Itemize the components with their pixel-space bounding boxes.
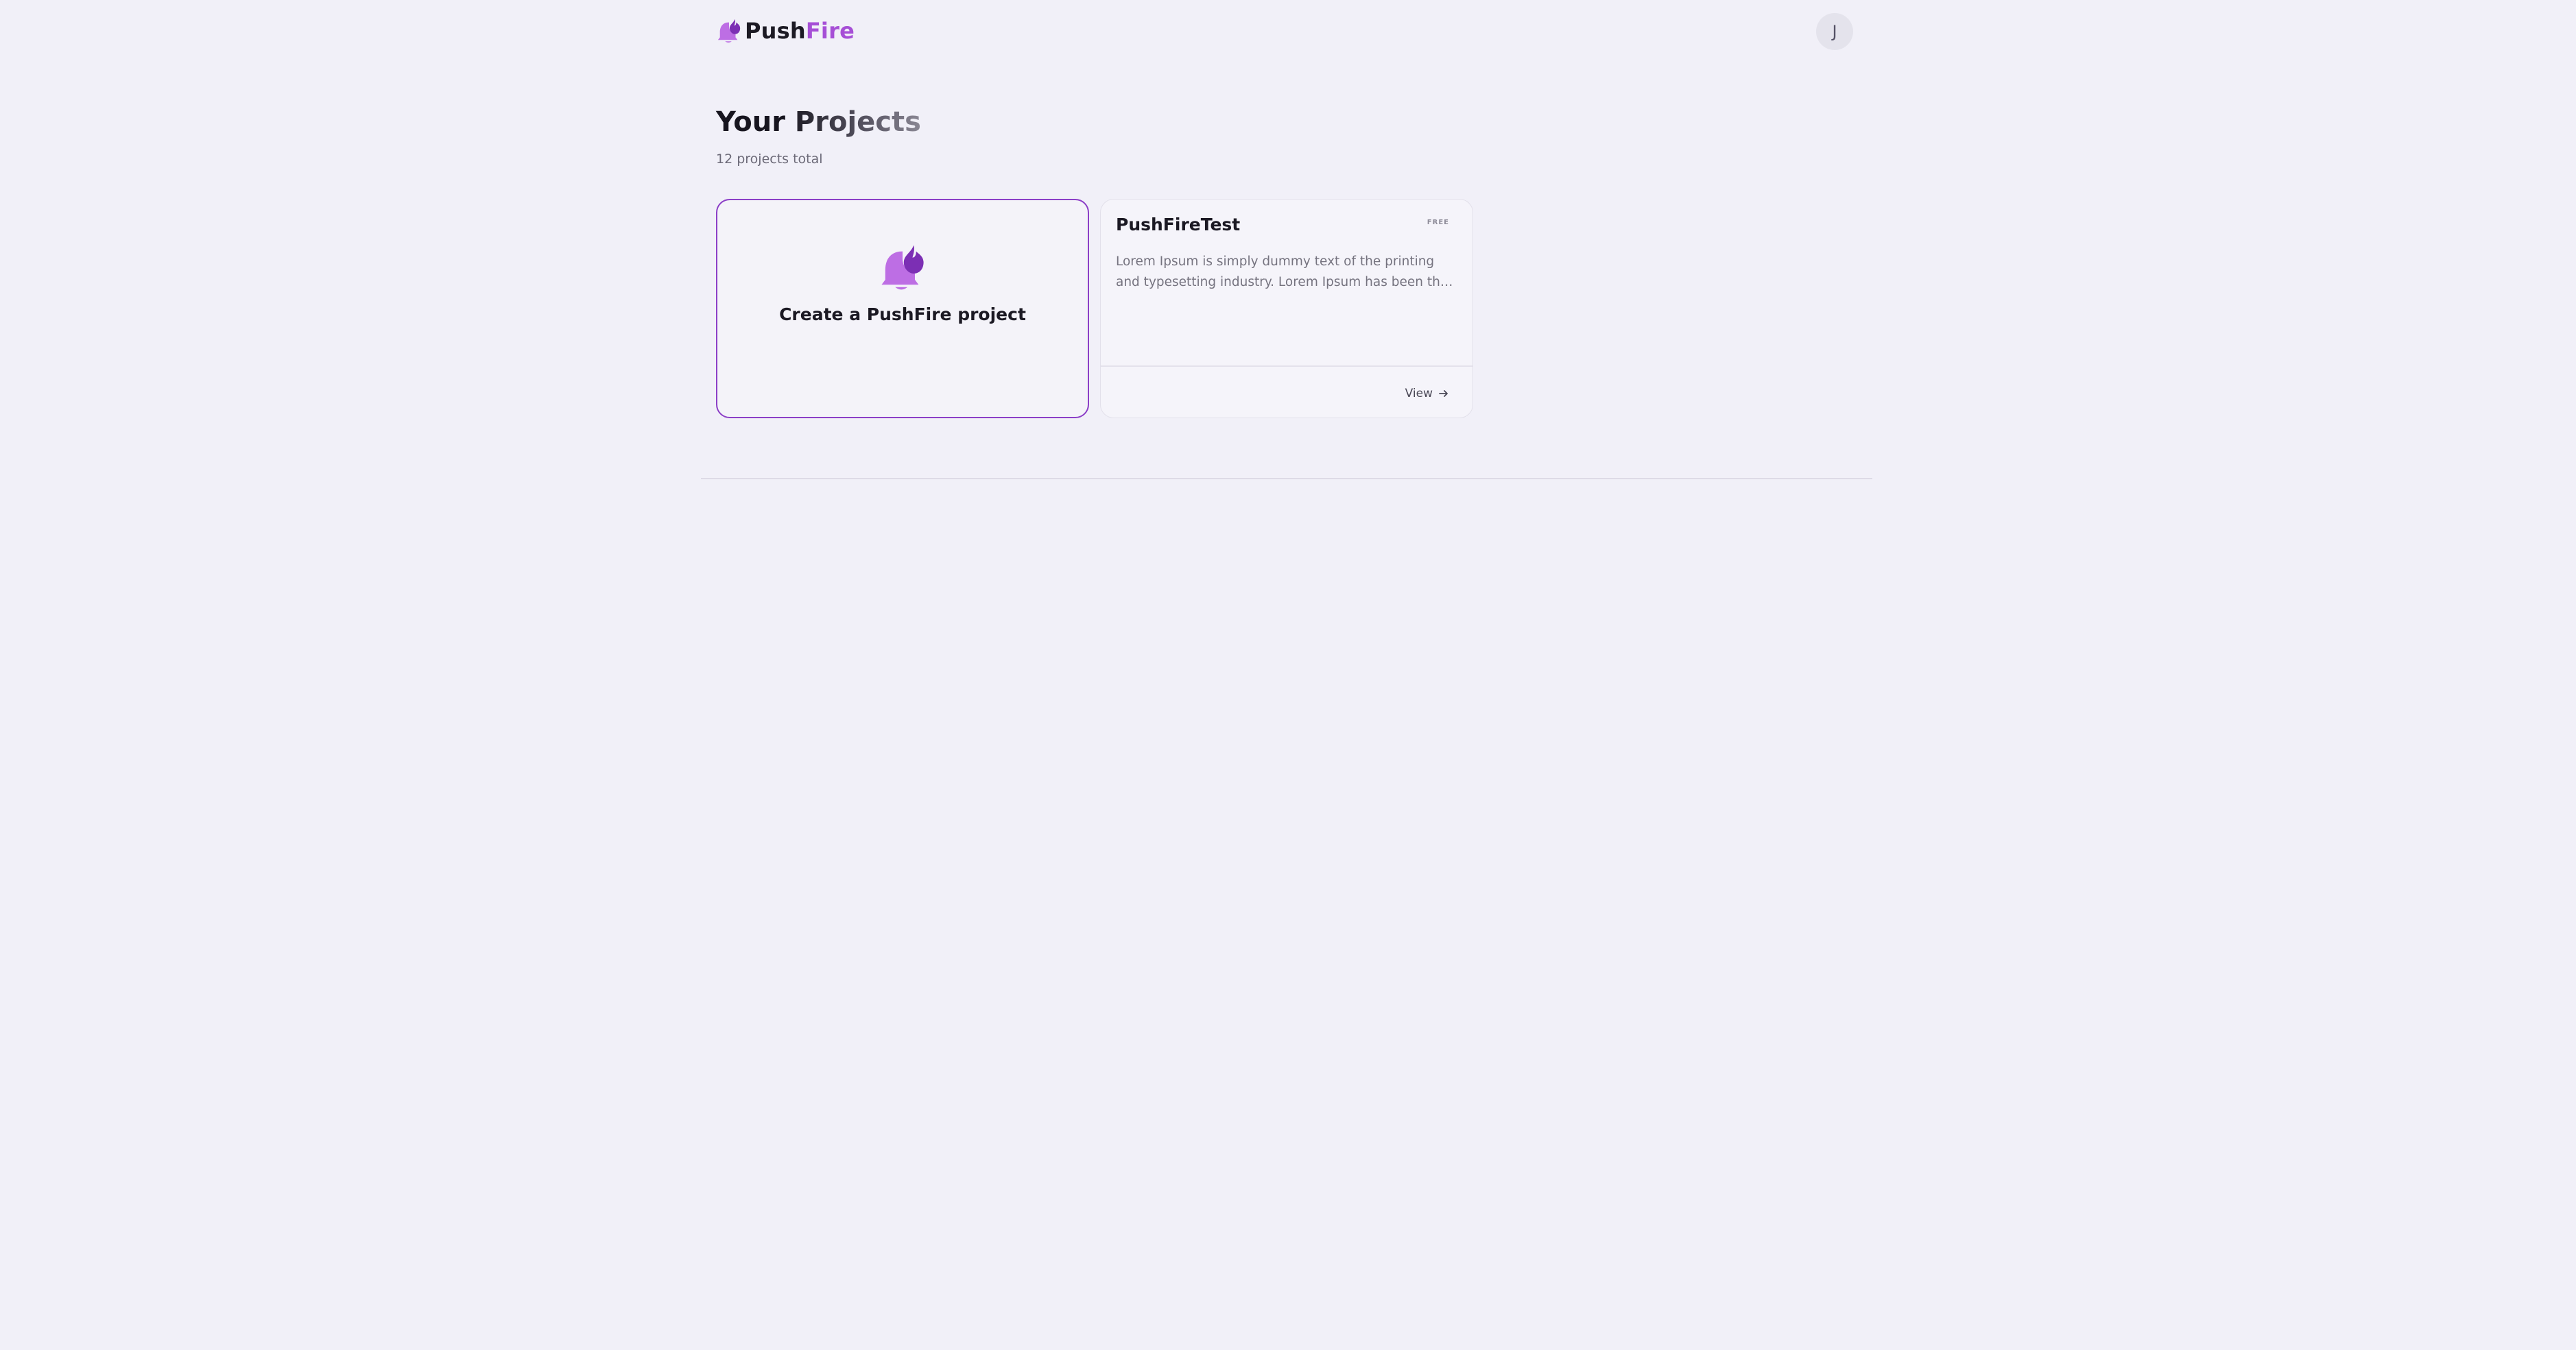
brand-name-fire: Fire [805,18,855,44]
view-project-link[interactable]: View [1405,387,1449,400]
view-link-label: View [1405,387,1433,400]
project-count: 12 projects total [716,152,823,167]
bell-flame-icon [881,245,924,290]
brand-name-push: Push [745,18,806,44]
page-title: Your Projects [716,106,921,138]
section-divider [701,478,1872,479]
card-divider [1101,365,1472,367]
page: PushFire J Your Projects 12 projects tot… [0,0,2576,1350]
project-name: PushFireTest [1116,215,1241,234]
create-project-card[interactable]: Create a PushFire project [716,199,1089,418]
plan-badge: FREE [1427,219,1449,226]
bell-flame-icon [717,19,741,43]
project-card[interactable]: PushFireTest FREE Lorem Ipsum is simply … [1100,199,1473,418]
page-title-projects: Projects [794,106,921,138]
arrow-right-icon [1439,390,1448,397]
create-project-label: Create a PushFire project [779,304,1026,324]
project-description: Lorem Ipsum is simply dummy text of the … [1116,254,1448,289]
brand-logo[interactable]: PushFire [716,15,855,47]
user-avatar[interactable]: J [1816,13,1853,50]
page-title-your: Your [716,106,785,138]
